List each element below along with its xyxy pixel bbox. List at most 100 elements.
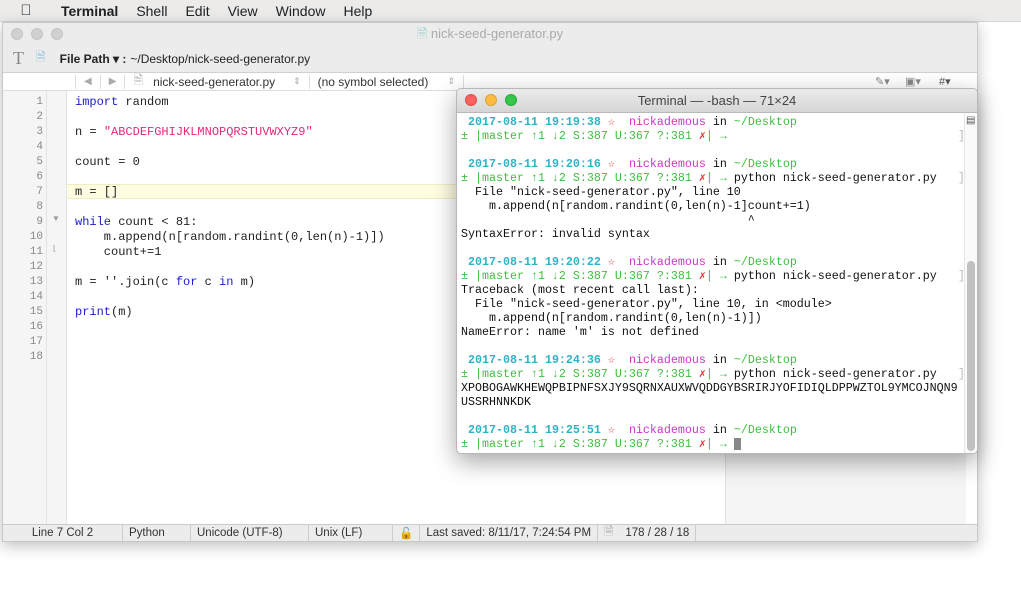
lock-icon[interactable]: 🔓 [393, 525, 421, 541]
in-text: in [705, 353, 734, 367]
file-selector[interactable]: nick-seed-generator.py [153, 75, 293, 89]
cursor [733, 437, 741, 450]
command: python nick-seed-generator.py [726, 367, 937, 381]
star-icon: ☆ [607, 423, 615, 437]
star-icon: ☆ [607, 353, 615, 367]
output-line: NameError: name 'm' is not defined [457, 325, 965, 339]
hash-icon[interactable]: #▾ [939, 75, 951, 88]
last-saved: Last saved: 8/11/17, 7:24:54 PM [420, 525, 599, 541]
dirty-icon: ✗ [698, 171, 706, 185]
menu-terminal[interactable]: Terminal [52, 3, 127, 19]
close-button[interactable] [11, 28, 23, 40]
star-icon: ☆ [607, 157, 615, 171]
directory: ~/Desktop [733, 423, 797, 437]
zoom-button[interactable] [505, 94, 517, 106]
close-button[interactable] [465, 94, 477, 106]
menu-edit[interactable]: Edit [176, 3, 218, 19]
language-selector[interactable]: Python [123, 525, 191, 541]
file-path-label[interactable]: File Path ▾ : [60, 52, 127, 66]
file-path: ~/Desktop/nick-seed-generator.py [130, 51, 311, 66]
menu-view[interactable]: View [219, 3, 267, 19]
apple-icon[interactable]:  [0, 2, 52, 19]
cursor-position: Line 7 Col 2 [3, 525, 123, 541]
terminal-output[interactable]: 2017-08-11 19:19:38 ☆ nickademous in ~/D… [457, 115, 965, 451]
line-number: 14 [29, 291, 43, 303]
forward-button[interactable]: ▶ [109, 76, 117, 87]
code-line: m = ''.join(c for c in m) [75, 275, 256, 289]
line-number: 2 [36, 111, 43, 123]
code-line: m = [] [75, 185, 119, 199]
status-bar: Line 7 Col 2 Python Unicode (UTF-8) Unix… [3, 524, 977, 541]
code-line: print(m) [75, 305, 133, 319]
git-status: ± |master ↑1 ↓2 S:387 U:367 ?:381 [461, 437, 699, 451]
timestamp: 2017-08-11 19:19:38 [468, 115, 601, 129]
line-number: 13 [29, 276, 43, 288]
text-tool-icon[interactable]: T [13, 48, 24, 69]
file-icon: 🗎 [416, 26, 428, 41]
terminal-window: Terminal — -bash — 71×24 2017-08-11 19:1… [456, 88, 978, 454]
git-prompt-line: ± |master ↑1 ↓2 S:387 U:367 ?:381 ✗| → p… [461, 171, 965, 185]
output-line: USSRHNNKDK [457, 395, 965, 409]
fold-end-icon: ⌊ [53, 244, 57, 253]
git-status: ± |master ↑1 ↓2 S:387 U:367 ?:381 [461, 171, 699, 185]
prompt-line: 2017-08-11 19:20:16 ☆ nickademous in ~/D… [457, 157, 965, 171]
fold-icon[interactable]: ▼ [52, 214, 60, 223]
menu-shell[interactable]: Shell [127, 3, 176, 19]
star-icon: ☆ [607, 115, 615, 129]
zoom-button[interactable] [51, 28, 63, 40]
directory: ~/Desktop [733, 255, 797, 269]
timestamp: 2017-08-11 19:20:22 [468, 255, 601, 269]
line-number: 4 [36, 141, 43, 153]
terminal-scrollbar[interactable]: ▤ [964, 113, 977, 453]
dirty-icon: ✗ [698, 437, 706, 451]
split-icon[interactable]: ▤ [966, 115, 975, 126]
dirty-icon: ✗ [698, 367, 706, 381]
directory: ~/Desktop [733, 353, 797, 367]
output-text: m.append(n[random.randint(0,len(n)-1)]) [461, 311, 762, 325]
output-line: File "nick-seed-generator.py", line 10, … [457, 297, 965, 311]
prompt-arrow: | → [705, 269, 727, 283]
document-counts: 178 / 28 / 18 [619, 525, 697, 541]
back-button[interactable]: ◀ [84, 76, 92, 87]
username: nickademous [628, 255, 706, 269]
minimize-button[interactable] [31, 28, 43, 40]
output-text: File "nick-seed-generator.py", line 10 [461, 185, 741, 199]
prompt-arrow: | → [705, 129, 727, 143]
output-text: NameError: name 'm' is not defined [461, 325, 699, 339]
menu-window[interactable]: Window [267, 3, 335, 19]
git-status: ± |master ↑1 ↓2 S:387 U:367 ?:381 [461, 367, 699, 381]
line-number: 3 [36, 126, 43, 138]
timestamp: 2017-08-11 19:25:51 [468, 423, 601, 437]
menu-help[interactable]: Help [334, 3, 381, 19]
line-number: 10 [29, 231, 43, 243]
line-endings-selector[interactable]: Unix (LF) [309, 525, 393, 541]
file-icon[interactable]: 🗎 [36, 48, 46, 69]
scrollbar-thumb[interactable] [967, 261, 975, 451]
output-line: XPOBOGAWKHEWQPBIPNFSXJY9SQRNXAUXWVQDDGYB… [457, 381, 965, 395]
directory: ~/Desktop [733, 115, 797, 129]
username: nickademous [628, 157, 706, 171]
output-line: File "nick-seed-generator.py", line 10 [457, 185, 965, 199]
pen-icon[interactable]: ✎▾ [875, 75, 890, 88]
menu-bar:  Terminal Shell Edit View Window Help [0, 0, 1021, 22]
prompt-arrow: | → [705, 171, 727, 185]
document-icon: 🗎 [604, 525, 614, 538]
output-text: ^ [461, 213, 755, 227]
line-number: 7 [36, 186, 43, 198]
prompt-line: 2017-08-11 19:25:51 ☆ nickademous in ~/D… [457, 423, 965, 437]
output-line: SyntaxError: invalid syntax [457, 227, 965, 241]
in-text: in [705, 115, 734, 129]
line-number: 9 [36, 216, 43, 228]
copy-icon[interactable]: ▣▾ [905, 75, 921, 88]
encoding-selector[interactable]: Unicode (UTF-8) [191, 525, 309, 541]
prompt-line: 2017-08-11 19:20:22 ☆ nickademous in ~/D… [457, 255, 965, 269]
editor-title-bar: 🗎 nick-seed-generator.py [3, 23, 977, 45]
in-text: in [705, 255, 734, 269]
line-number: 17 [29, 336, 43, 348]
minimize-button[interactable] [485, 94, 497, 106]
updown-icon: ⇕ [447, 76, 456, 86]
code-line: count = 0 [75, 155, 140, 169]
dirty-icon: ✗ [698, 269, 706, 283]
symbol-selector[interactable]: (no symbol selected) [318, 75, 448, 89]
